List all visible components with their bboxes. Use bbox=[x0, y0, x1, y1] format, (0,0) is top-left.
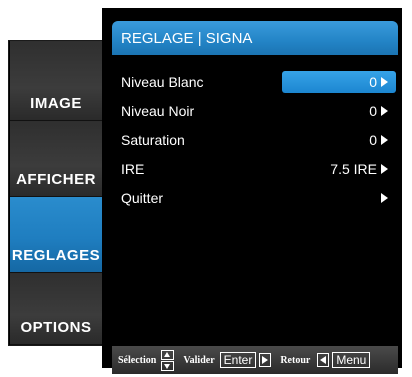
menu-item-value-container: 0 bbox=[369, 129, 388, 151]
menu-item-ire[interactable]: IRE 7.5 IRE bbox=[112, 158, 398, 180]
menu-key: Menu bbox=[332, 352, 371, 368]
menu-item-value: 0 bbox=[369, 132, 377, 148]
menu-item-value-container bbox=[381, 187, 388, 209]
tab-afficher[interactable]: AFFICHER bbox=[10, 121, 102, 197]
arrow-right-icon bbox=[381, 77, 388, 87]
help-validate-label: Valider bbox=[183, 354, 215, 366]
menu-item-quitter[interactable]: Quitter bbox=[112, 187, 398, 209]
tab-reglages[interactable]: REGLAGES bbox=[10, 197, 102, 273]
menu-item-value: 0 bbox=[369, 103, 377, 119]
arrow-right-icon bbox=[381, 164, 388, 174]
arrow-down-icon bbox=[161, 360, 175, 371]
enter-key: Enter bbox=[219, 352, 257, 368]
menu-item-label: Niveau Noir bbox=[121, 103, 195, 119]
category-tab-column: IMAGE AFFICHER REGLAGES OPTIONS bbox=[8, 40, 102, 346]
menu-item-value-container: 7.5 IRE bbox=[330, 158, 388, 180]
up-down-key-icon bbox=[161, 349, 175, 371]
menu-item-value: 0 bbox=[369, 74, 377, 90]
menu-item-value-highlight[interactable]: 0 bbox=[282, 71, 396, 93]
menu-item-saturation[interactable]: Saturation 0 bbox=[112, 129, 398, 151]
menu-item-value-container: 0 bbox=[369, 100, 388, 122]
menu-item-niveau-noir[interactable]: Niveau Noir 0 bbox=[112, 100, 398, 122]
menu-item-value: 7.5 IRE bbox=[330, 161, 377, 177]
menu-item-label: Saturation bbox=[121, 132, 185, 148]
help-back-label: Retour bbox=[280, 354, 311, 366]
arrow-right-icon bbox=[381, 106, 388, 116]
tab-options[interactable]: OPTIONS bbox=[10, 273, 102, 345]
menu-item-niveau-blanc[interactable]: Niveau Blanc 0 bbox=[112, 71, 398, 93]
tab-reglages-label: REGLAGES bbox=[11, 247, 101, 264]
help-bar: Sélection Valider Enter Retour Menu bbox=[112, 346, 398, 374]
menu-item-label: Niveau Blanc bbox=[121, 74, 204, 90]
arrow-right-icon bbox=[381, 193, 388, 203]
menu-item-label: IRE bbox=[121, 161, 145, 177]
menu-title-bar: REGLAGE | SIGNA bbox=[112, 21, 398, 55]
menu-title: REGLAGE | SIGNA bbox=[121, 29, 253, 47]
menu-item-label: Quitter bbox=[121, 190, 164, 206]
arrow-right-icon bbox=[381, 135, 388, 145]
tab-options-label: OPTIONS bbox=[20, 319, 92, 336]
tab-image-label: IMAGE bbox=[30, 95, 82, 112]
arrow-left-key-icon bbox=[317, 353, 330, 367]
osd-menu-panel: REGLAGE | SIGNA Niveau Blanc 0 Niveau No… bbox=[102, 8, 402, 374]
arrow-up-icon bbox=[161, 349, 175, 360]
tab-afficher-label: AFFICHER bbox=[16, 171, 96, 188]
arrow-right-key-icon bbox=[259, 353, 272, 367]
tab-image[interactable]: IMAGE bbox=[10, 41, 102, 121]
help-selection-label: Sélection bbox=[118, 354, 157, 366]
